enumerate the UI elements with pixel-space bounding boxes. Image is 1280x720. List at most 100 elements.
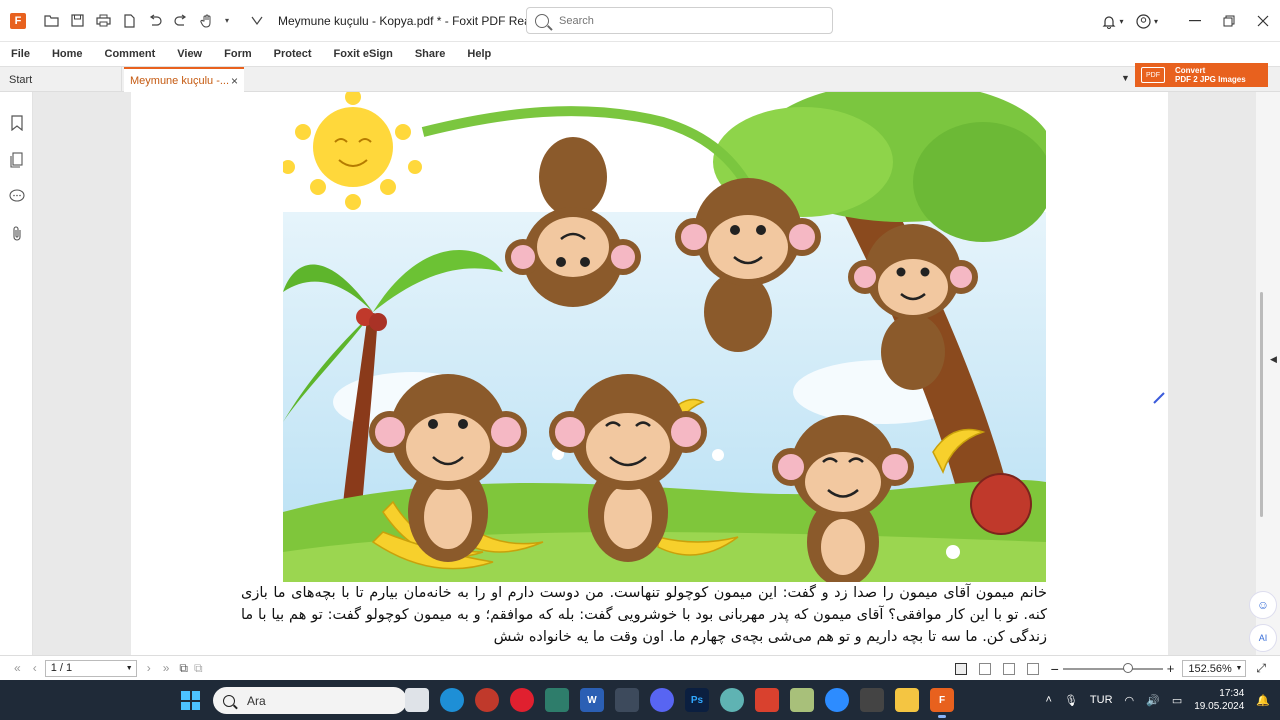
fullscreen-icon[interactable]: ⤢ [1256,661,1266,676]
page-number-field[interactable]: 1 / 1 ▼ [44,659,137,677]
tools-app-icon[interactable] [790,688,814,712]
zoom-out-icon[interactable]: − [1051,661,1059,677]
hand-tool-icon[interactable] [196,10,218,32]
taskbar-search[interactable]: Ara [213,687,407,714]
menu-home[interactable]: Home [52,48,83,60]
pdf-app-icon[interactable] [755,688,779,712]
taskbar-clock[interactable]: 17:34 19.05.2024 [1194,687,1244,713]
convert-pdf-ad-button[interactable]: PDF Convert PDF 2 JPG Images [1135,63,1268,87]
tab-list-dropdown-icon[interactable]: ▼ [1121,73,1130,83]
scrollbar-thumb[interactable] [1260,292,1263,517]
discord-icon[interactable] [650,688,674,712]
bookmark-icon[interactable] [0,104,33,141]
save-icon[interactable] [66,10,88,32]
search-icon [223,694,235,707]
chevron-down-icon[interactable]: ▼ [1235,665,1242,672]
menu-bar: File Home Comment View Form Protect Foxi… [0,42,1280,66]
zoom-slider-knob[interactable] [1122,662,1133,673]
word-icon[interactable]: W [580,688,604,712]
tray-overflow-icon[interactable]: ˄ [1046,694,1052,706]
first-page-icon[interactable]: « [14,661,21,675]
search-box[interactable] [526,7,833,34]
vertical-scrollbar[interactable]: ◀ [1256,92,1280,655]
convert-ad-line1: Convert [1175,66,1206,75]
comments-panel-icon[interactable] [0,178,33,215]
menu-comment[interactable]: Comment [105,48,156,60]
copy-pages-icon[interactable]: ⧉ [179,661,188,676]
close-icon[interactable] [1246,0,1280,42]
wifi-icon[interactable]: ◠ [1125,694,1135,707]
last-page-icon[interactable]: » [163,661,170,675]
windows-start-icon[interactable] [181,691,200,710]
app-red-icon[interactable] [475,688,499,712]
search-icon [535,13,549,28]
davinci-icon[interactable] [860,688,884,712]
next-page-icon[interactable]: › [147,661,151,675]
tab-start[interactable]: Start [0,67,122,92]
attachment-paperclip-icon[interactable] [0,215,33,252]
zoom-level-value: 152.56% [1188,662,1232,675]
photoshop-icon[interactable]: Ps [685,688,709,712]
menu-form[interactable]: Form [224,48,252,60]
menu-share[interactable]: Share [415,48,446,60]
zoom-app-icon[interactable] [825,688,849,712]
account-icon[interactable]: ▾ [1130,0,1164,42]
ai-assistant-icon[interactable]: AI [1249,624,1277,652]
redo-icon[interactable] [170,10,192,32]
notification-center-icon[interactable]: 🔔 [1256,694,1270,707]
print-icon[interactable] [92,10,114,32]
globe-app-icon[interactable] [720,688,744,712]
task-view-icon[interactable] [405,688,429,712]
microphone-icon[interactable]: 🎙 [1064,694,1078,707]
tab-document-label: Meymune kuçulu -... [130,75,230,87]
convert-ad-line2: PDF 2 JPG Images [1175,75,1246,84]
screen-tool-icon[interactable] [545,688,569,712]
compare-pages-icon[interactable]: ⧉ [194,661,203,676]
zoom-slider[interactable] [1062,662,1163,673]
customize-toolbar-icon[interactable] [246,10,268,32]
tab-document[interactable]: Meymune kuçulu -... × [124,67,244,93]
menu-foxit-esign[interactable]: Foxit eSign [334,48,393,60]
chevron-down-icon[interactable]: ▼ [126,665,133,672]
calculator-icon[interactable] [615,688,639,712]
zoom-in-icon[interactable]: + [1167,661,1175,676]
search-input[interactable] [559,14,809,27]
open-folder-icon[interactable] [40,10,62,32]
minimize-icon[interactable] [1178,0,1212,42]
language-indicator[interactable]: TUR [1090,694,1113,706]
page-number-value: 1 / 1 [50,662,73,674]
chevron-down-icon[interactable]: ▾ [222,10,232,32]
clock-date: 19.05.2024 [1194,701,1245,712]
pen-annotation-icon[interactable] [1152,391,1166,408]
create-pdf-icon[interactable] [118,10,140,32]
pages-thumbnail-icon[interactable] [0,141,33,178]
previous-page-icon[interactable]: ‹ [33,661,37,675]
status-bar: « ‹ 1 / 1 ▼ › » ⧉ ⧉ − + 152.56% ▼ ⤢ [0,655,1280,680]
tab-close-icon[interactable]: × [231,74,238,88]
pdf-page: خانم میمون آقای میمون را صدا زد و گفت: ا… [131,92,1168,655]
battery-icon[interactable]: ▭ [1172,694,1182,707]
continuous-facing-view-icon[interactable] [1026,662,1039,675]
facing-view-icon[interactable] [1002,662,1015,675]
continuous-view-icon[interactable] [978,662,991,675]
undo-icon[interactable] [144,10,166,32]
opera-browser-icon[interactable] [510,688,534,712]
notification-bell-icon[interactable]: ▾ [1096,0,1130,42]
right-panel-collapse-icon[interactable]: ◀ [1270,354,1277,365]
volume-icon[interactable]: 🔊 [1146,694,1160,707]
edge-browser-icon[interactable] [440,688,464,712]
menu-help[interactable]: Help [467,48,491,60]
clock-time: 17:34 [1219,688,1245,699]
file-explorer-icon[interactable] [895,688,919,712]
menu-file[interactable]: File [11,48,30,60]
menu-protect[interactable]: Protect [274,48,312,60]
restore-icon[interactable] [1212,0,1246,42]
menu-view[interactable]: View [177,48,202,60]
monkeys-illustration [283,92,1046,582]
foxit-reader-taskbar-icon[interactable]: F [930,688,954,718]
convert-image-icon: PDF [1141,67,1165,83]
single-page-view-icon[interactable] [954,662,967,675]
feedback-smiley-icon[interactable]: ☺ [1249,591,1277,619]
zoom-level-field[interactable]: 152.56% ▼ [1182,660,1247,677]
taskbar-search-text: Ara [247,693,266,708]
